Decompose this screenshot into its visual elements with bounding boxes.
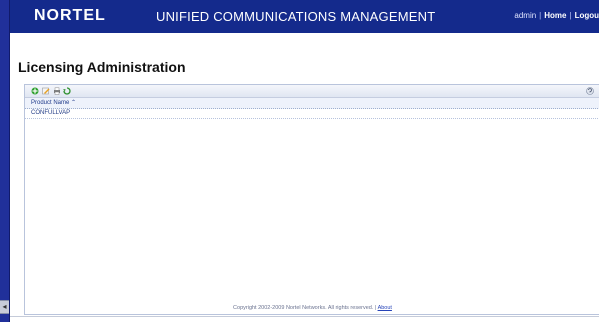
help-icon[interactable] <box>586 87 594 95</box>
column-header-label: Product Name ⌃ <box>31 100 77 106</box>
bottom-divider <box>10 316 599 317</box>
logout-link[interactable]: Logou <box>575 11 599 20</box>
user-name: admin <box>514 11 537 20</box>
page-title: Licensing Administration <box>18 59 186 75</box>
table-row[interactable]: CONFULLVAP <box>25 109 599 119</box>
edit-icon[interactable] <box>42 87 50 95</box>
licensing-panel: Product Name ⌃ CONFULLVAP Copyright 2002… <box>24 84 599 315</box>
product-name-cell: CONFULLVAP <box>31 110 71 116</box>
nortel-logo: NORTEL <box>34 7 106 24</box>
refresh-icon[interactable] <box>63 87 71 95</box>
home-link[interactable]: Home <box>544 11 566 20</box>
app-title: UNIFIED COMMUNICATIONS MANAGEMENT <box>156 9 436 24</box>
about-link[interactable]: About <box>378 305 392 311</box>
scroll-left-arrow-icon[interactable]: ◂ <box>0 300 9 314</box>
left-frame-bar <box>0 0 10 322</box>
column-header-product-name[interactable]: Product Name ⌃ <box>25 98 599 109</box>
copyright-text: Copyright 2002-2009 Nortel Networks. All… <box>233 305 374 311</box>
add-icon[interactable] <box>31 87 39 95</box>
panel-toolbar <box>25 85 599 98</box>
print-icon[interactable] <box>53 87 61 95</box>
footer: Copyright 2002-2009 Nortel Networks. All… <box>233 305 392 311</box>
top-links: admin | Home | Logou <box>514 11 599 20</box>
app-header: NORTEL UNIFIED COMMUNICATIONS MANAGEMENT… <box>10 0 599 33</box>
